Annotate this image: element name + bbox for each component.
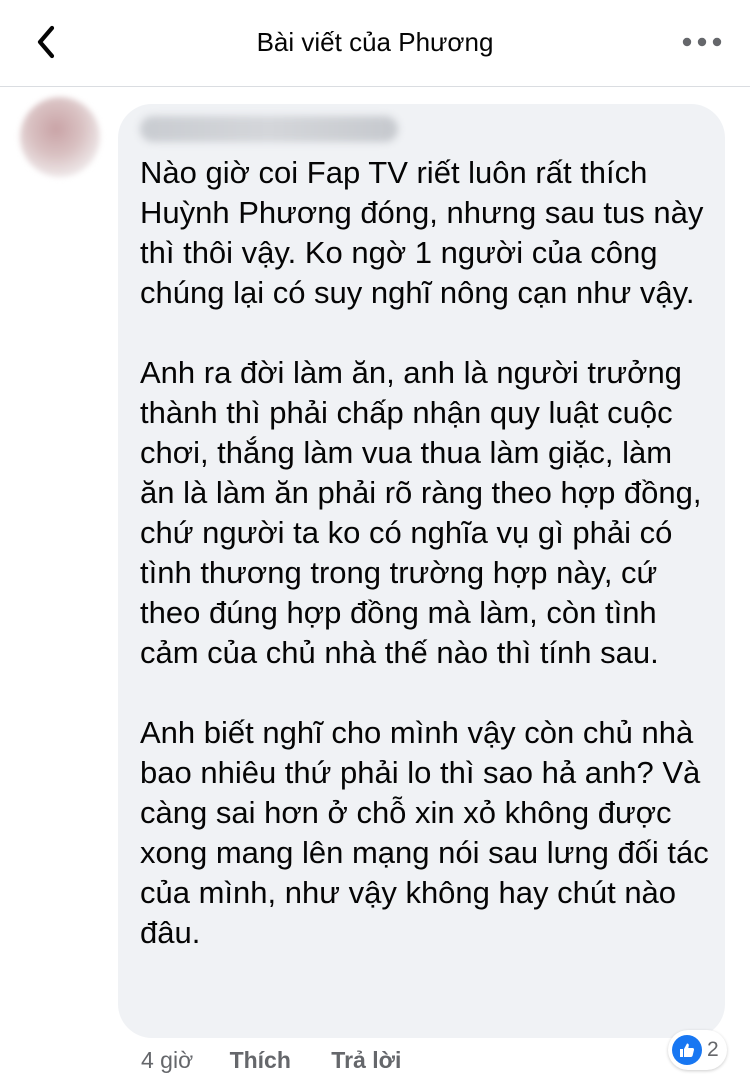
comment-text: Nào giờ coi Fap TV riết luôn rất thích H… [140,153,710,953]
more-horizontal-icon [682,37,722,47]
comment-bubble: Nào giờ coi Fap TV riết luôn rất thích H… [118,104,725,1038]
comment-timestamp[interactable]: 4 giờ [141,1043,193,1077]
comment-paragraph: Anh biết nghĩ cho mình vậy còn chủ nhà b… [140,715,709,950]
comment-actions: 4 giờ Thích Trả lời [141,1043,435,1077]
author-name-blurred[interactable] [140,116,398,142]
page-title: Bài viết của Phương [256,27,494,57]
avatar[interactable] [20,97,100,177]
reaction-count: 2 [707,1038,719,1061]
thumbs-up-icon [680,1043,695,1057]
more-options-button[interactable] [678,22,726,62]
like-button[interactable]: Thích [230,1043,291,1077]
reply-button[interactable]: Trả lời [331,1043,401,1077]
reaction-summary[interactable]: 2 [668,1030,727,1070]
top-bar: Bài viết của Phương [0,0,750,87]
comment-paragraph: Anh ra đời làm ăn, anh là người trưởng t… [140,355,702,670]
comment-paragraph: Nào giờ coi Fap TV riết luôn rất thích H… [140,155,704,310]
like-icon [672,1035,702,1065]
